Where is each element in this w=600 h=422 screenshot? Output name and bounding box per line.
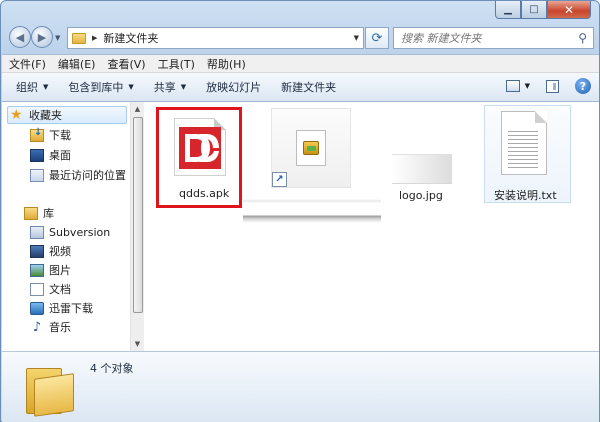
file-list: qdds.apk ↗ logo.jpg 安装说明.txt	[144, 102, 599, 351]
new-folder-button[interactable]: 新建文件夹	[281, 79, 336, 95]
sidebar-item-label: 文档	[49, 283, 71, 296]
explorer-window: ▁ □ ✕ ◀ ▶ ▼ ▶ 新建文件夹 ▼ ⟳ ⚲ 文件(F) 编辑(E) 查看…	[0, 0, 600, 422]
include-library-label: 包含到库中	[68, 81, 124, 94]
nav-scrollbar[interactable]: ▲ ▼	[130, 102, 144, 351]
sidebar-item-label: 桌面	[49, 149, 71, 162]
forward-arrow-icon: ▶	[37, 30, 47, 44]
video-library-icon	[30, 244, 44, 258]
folder-icon	[72, 32, 86, 44]
new-folder-label: 新建文件夹	[281, 81, 337, 94]
refresh-button[interactable]: ⟳	[365, 27, 389, 49]
folder-icon	[26, 362, 74, 417]
caption-buttons: ▁ □ ✕	[495, 1, 591, 21]
search-icon[interactable]: ⚲	[578, 31, 587, 45]
apk-logo-icon	[179, 127, 221, 169]
details-pane: 4 个对象	[2, 351, 599, 422]
back-arrow-icon: ◀	[15, 30, 25, 44]
back-button[interactable]: ◀	[9, 26, 31, 48]
sidebar-item-label: 下载	[49, 129, 71, 142]
documents-library-icon	[30, 282, 44, 296]
xunlei-icon	[30, 301, 44, 315]
organize-label: 组织	[16, 81, 38, 94]
image-thumbnail	[392, 154, 452, 184]
command-bar: 组织 ▼ 包含到库中 ▼ 共享 ▼ 放映幻灯片 新建文件夹 ▼ ?	[2, 73, 599, 102]
sidebar-item-documents[interactable]: 文档	[30, 280, 71, 298]
sidebar-item-label: Subversion	[49, 225, 111, 239]
sidebar-item-pictures[interactable]: 图片	[30, 261, 71, 279]
breadcrumb-separator-icon[interactable]: ▶	[92, 34, 97, 42]
music-note-icon: ♪	[32, 319, 42, 335]
organize-button[interactable]: 组织 ▼	[16, 79, 48, 95]
file-name: logo.jpg	[399, 189, 443, 202]
item-count: 4 个对象	[90, 362, 134, 375]
sidebar-item-label: 图片	[49, 264, 71, 277]
menu-file[interactable]: 文件(F)	[9, 56, 46, 72]
view-options-dropdown[interactable]: ▼	[525, 82, 530, 90]
sidebar-item-desktop[interactable]: 桌面	[30, 146, 71, 164]
slideshow-label: 放映幻灯片	[206, 81, 262, 94]
sidebar-item-label: 迅雷下载	[49, 302, 93, 315]
sidebar-item-videos[interactable]: 视频	[30, 242, 71, 260]
pictures-library-icon	[30, 263, 44, 277]
navigation-pane: ★ 收藏夹 下载 桌面 最近访问的位置 库 Subversion 视频	[2, 102, 130, 351]
address-path[interactable]: 新建文件夹	[103, 30, 158, 46]
chevron-down-icon: ▼	[180, 83, 187, 91]
include-library-button[interactable]: 包含到库中 ▼	[68, 79, 133, 95]
scroll-up-icon[interactable]: ▲	[131, 102, 144, 116]
shortcut-label-area	[243, 189, 381, 223]
file-name: qdds.apk	[179, 187, 230, 200]
help-icon[interactable]: ?	[575, 78, 591, 94]
sidebar-item-xunlei-downloads[interactable]: 迅雷下载	[30, 299, 93, 317]
maximize-button[interactable]: □	[521, 1, 547, 19]
sidebar-item-label: 音乐	[49, 321, 71, 334]
recent-places-icon	[30, 168, 44, 182]
menu-edit[interactable]: 编辑(E)	[58, 56, 96, 72]
refresh-icon: ⟳	[371, 30, 383, 46]
sidebar-item-label: 视频	[49, 245, 71, 258]
menu-bar: 文件(F) 编辑(E) 查看(V) 工具(T) 帮助(H)	[2, 54, 599, 73]
minimize-button[interactable]: ▁	[495, 1, 521, 19]
address-dropdown-icon[interactable]: ▼	[354, 34, 359, 42]
forward-button[interactable]: ▶	[31, 26, 53, 48]
chevron-down-icon: ▼	[43, 83, 49, 91]
change-view-icon[interactable]	[505, 80, 520, 92]
view-controls: ▼ ?	[505, 78, 591, 94]
app-glyph-icon	[303, 141, 319, 155]
sidebar-item-favorites[interactable]: ★ 收藏夹	[7, 106, 127, 124]
shortcut-arrow-icon: ↗	[272, 172, 287, 187]
sidebar-item-downloads[interactable]: 下载	[30, 126, 71, 144]
apk-file-icon	[174, 118, 226, 176]
preview-pane-icon[interactable]	[546, 79, 559, 93]
file-name: 安装说明.txt	[494, 189, 557, 202]
sidebar-item-label: 最近访问的位置	[49, 169, 126, 182]
address-bar[interactable]: ▶ 新建文件夹 ▼	[67, 27, 364, 49]
desktop-icon	[30, 148, 44, 162]
text-file-icon	[501, 111, 547, 175]
scrollbar-thumb[interactable]	[133, 117, 143, 313]
subversion-icon	[30, 225, 44, 239]
chevron-down-icon: ▼	[128, 83, 134, 91]
sidebar-item-label: 库	[43, 207, 54, 220]
sidebar-item-libraries[interactable]: 库	[24, 204, 54, 222]
star-icon: ★	[10, 106, 23, 123]
sidebar-item-subversion[interactable]: Subversion	[30, 223, 110, 241]
search-input[interactable]	[401, 31, 571, 45]
menu-view[interactable]: 查看(V)	[107, 56, 145, 72]
share-button[interactable]: 共享 ▼	[154, 79, 186, 95]
downloads-folder-icon	[30, 127, 44, 142]
search-box[interactable]: ⚲	[393, 27, 594, 49]
menu-tools[interactable]: 工具(T)	[158, 56, 195, 72]
menu-help[interactable]: 帮助(H)	[207, 56, 246, 72]
library-icon	[24, 206, 38, 220]
close-button[interactable]: ✕	[547, 1, 591, 19]
scroll-down-icon[interactable]: ▼	[131, 337, 144, 351]
recent-pages-dropdown[interactable]: ▼	[55, 34, 60, 42]
shortcut-icon: ↗	[271, 108, 351, 188]
sidebar-item-label: 收藏夹	[29, 109, 62, 122]
slideshow-button[interactable]: 放映幻灯片	[206, 79, 261, 95]
share-label: 共享	[153, 81, 176, 94]
sidebar-item-recent-places[interactable]: 最近访问的位置	[30, 166, 126, 184]
sidebar-item-music[interactable]: ♪ 音乐	[30, 318, 71, 336]
